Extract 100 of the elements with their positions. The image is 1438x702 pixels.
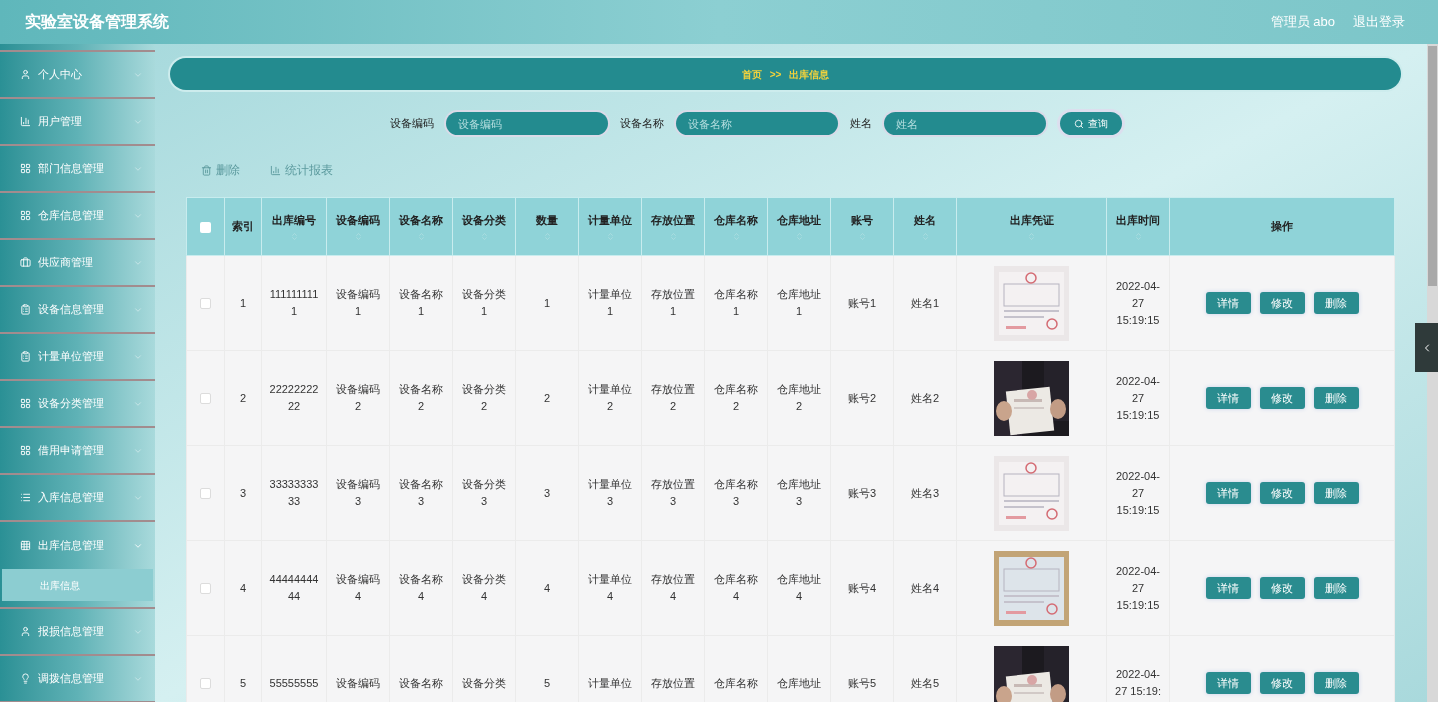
table-cell-text: 2022-04-27 15:19: <box>1114 667 1162 699</box>
column-header[interactable]: 设备编码 <box>326 197 390 256</box>
row-checkbox[interactable] <box>200 393 211 405</box>
column-header[interactable]: 出库时间 <box>1106 197 1170 256</box>
action-button[interactable]: 修改 <box>1259 672 1305 694</box>
field-label: 姓名 <box>849 116 872 132</box>
table-cell-text: 2022-04-27 15:19:15 <box>1114 373 1161 423</box>
column-header[interactable]: 存放位置 <box>641 197 705 256</box>
column-header[interactable]: 设备分类 <box>452 197 516 256</box>
scrollbar-thumb[interactable] <box>1428 46 1437 286</box>
bar-chart-icon <box>20 116 31 127</box>
row-checkbox[interactable] <box>200 583 211 595</box>
breadcrumb-home[interactable]: 首页 <box>741 66 762 82</box>
table-cell-text: 55555555 <box>268 675 320 691</box>
search-field[interactable]: 设备编码 <box>445 112 608 135</box>
select-all-checkbox[interactable] <box>200 221 211 233</box>
grid-icon <box>20 163 31 174</box>
user-name: 管理员 abo <box>1270 13 1335 32</box>
action-button[interactable]: 详情 <box>1205 672 1251 694</box>
row-checkbox[interactable] <box>200 678 211 690</box>
action-button[interactable]: 删除 <box>1313 482 1359 504</box>
action-button[interactable]: 删除 <box>1313 292 1359 314</box>
action-button[interactable]: 详情 <box>1205 482 1251 504</box>
table-cell-text: 账号5 <box>846 675 878 691</box>
column-header[interactable]: 仓库名称 <box>704 197 768 256</box>
table-cell-text: 姓名1 <box>909 295 941 311</box>
grid-icon <box>20 398 31 409</box>
user-icon <box>20 626 31 637</box>
column-header[interactable]: 姓名 <box>893 197 957 256</box>
table-cell-text: 设备分类3 <box>461 477 507 509</box>
table-cell-text: 姓名3 <box>909 485 941 501</box>
table-cell-text: 2022-04-27 15:19:15 <box>1114 563 1161 613</box>
toolbar-button[interactable]: 统计报表 <box>270 161 333 179</box>
search-field[interactable]: 姓名 <box>883 112 1046 135</box>
table-cell-text: 1 <box>238 295 248 311</box>
table-cell-text: 仓库名称1 <box>713 287 759 319</box>
table-cell-text: 存放位置 <box>650 675 696 691</box>
column-header[interactable]: 出库编号 <box>261 197 327 256</box>
column-header[interactable]: 设备名称 <box>389 197 453 256</box>
action-button[interactable]: 修改 <box>1259 577 1305 599</box>
action-button[interactable]: 详情 <box>1205 292 1251 314</box>
sort-icon <box>479 231 489 241</box>
action-button[interactable]: 修改 <box>1259 482 1305 504</box>
table-cell-text: 1 <box>542 295 552 311</box>
toolbar-button[interactable]: 删除 <box>201 161 240 179</box>
side-panel-toggle[interactable] <box>1415 323 1438 372</box>
action-button[interactable]: 修改 <box>1259 292 1305 314</box>
search-field[interactable]: 设备名称 <box>675 112 838 135</box>
table-cell-text: 设备编码4 <box>335 572 381 604</box>
table-cell-text: 账号1 <box>846 295 878 311</box>
action-button[interactable]: 删除 <box>1313 577 1359 599</box>
table-cell-text: 设备名称4 <box>398 572 444 604</box>
grid-icon <box>20 540 31 551</box>
table-cell-text: 设备名称1 <box>398 287 444 319</box>
briefcase-icon <box>20 257 31 268</box>
column-header: 操作 <box>1169 197 1395 256</box>
search-button[interactable]: 查询 <box>1059 112 1122 135</box>
action-button[interactable]: 详情 <box>1205 387 1251 409</box>
sort-icon <box>920 231 930 241</box>
table-cell-text: 3 <box>238 485 248 501</box>
action-button[interactable]: 详情 <box>1205 577 1251 599</box>
list-icon <box>20 492 31 503</box>
action-button[interactable]: 删除 <box>1313 672 1359 694</box>
table-cell-text: 3 <box>542 485 552 501</box>
breadcrumb-separator: >> <box>769 67 782 82</box>
row-checkbox[interactable] <box>200 298 211 310</box>
table-cell-text: 存放位置4 <box>650 572 696 604</box>
row-checkbox[interactable] <box>200 488 211 500</box>
table-cell-text: 设备分类1 <box>461 287 507 319</box>
clipboard-icon <box>20 351 31 362</box>
table-cell-text: 设备编码 <box>335 675 381 691</box>
column-header[interactable]: 计量单位 <box>578 197 642 256</box>
table-cell-text: 设备编码2 <box>335 382 381 414</box>
table-cell-text: 5 <box>238 675 248 691</box>
bar-chart-icon <box>270 164 281 176</box>
grid-icon <box>20 210 31 221</box>
column-header[interactable]: 数量 <box>515 197 579 256</box>
table-cell-text: 计量单位2 <box>587 382 633 414</box>
table-cell-text: 设备分类2 <box>461 382 507 414</box>
user-icon <box>20 69 31 80</box>
table-cell-text: 5 <box>542 675 552 691</box>
table-cell-text: 2 <box>542 390 552 406</box>
action-button[interactable]: 修改 <box>1259 387 1305 409</box>
table-cell-text: 账号3 <box>846 485 878 501</box>
table-cell-text: 设备名称2 <box>398 382 444 414</box>
table-cell-text: 4 <box>542 580 552 596</box>
table-cell-text: 设备编码1 <box>335 287 381 319</box>
sidebar-item[interactable]: 出库信息管理 <box>0 522 155 569</box>
table-cell-text: 4 <box>238 580 248 596</box>
action-button[interactable]: 删除 <box>1313 387 1359 409</box>
table-cell-text: 2 <box>238 390 248 406</box>
table-cell-text: 设备编码3 <box>335 477 381 509</box>
table-cell-text: 2022-04-27 15:19:15 <box>1114 278 1161 328</box>
column-header[interactable]: 出库凭证 <box>956 197 1107 256</box>
column-header[interactable]: 仓库地址 <box>767 197 831 256</box>
breadcrumb-current: 出库信息 <box>789 67 830 82</box>
column-header[interactable]: 账号 <box>830 197 894 256</box>
sort-icon <box>289 231 299 241</box>
table-cell-text: 仓库地址1 <box>776 287 822 319</box>
field-label: 设备编码 <box>389 116 434 132</box>
